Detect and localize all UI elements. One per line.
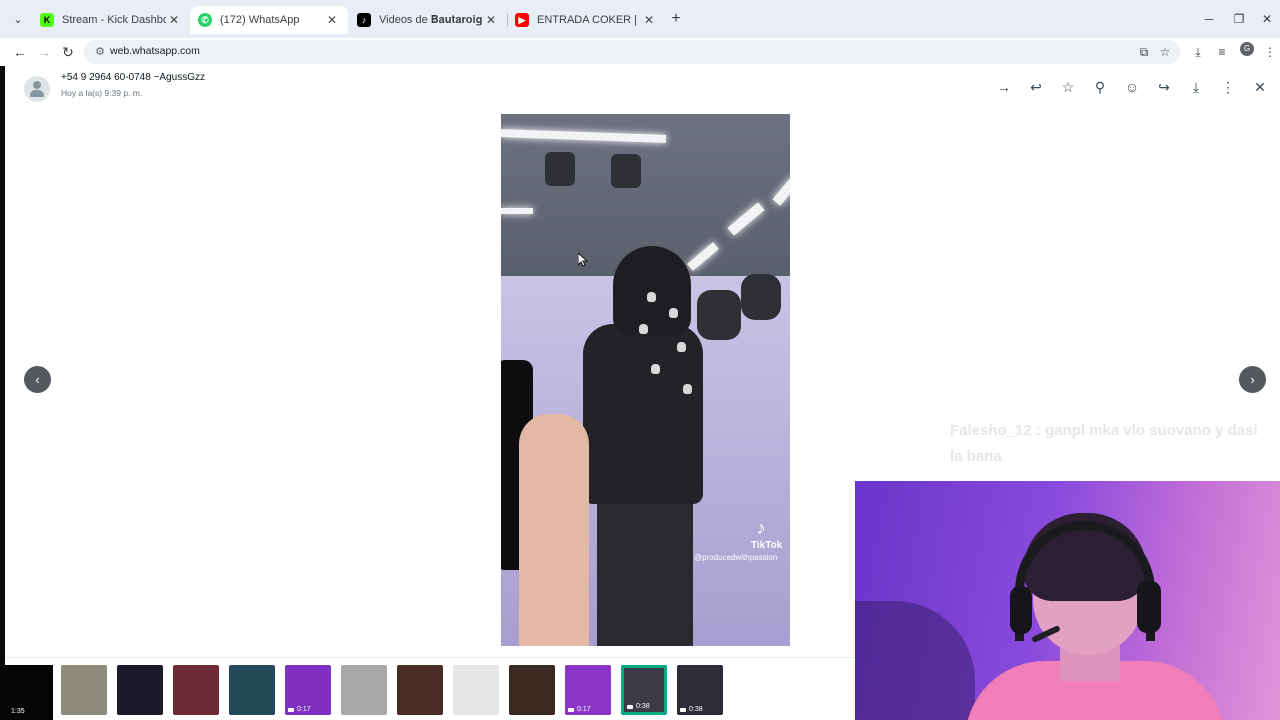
- minimize-icon[interactable]: ─: [1194, 9, 1224, 29]
- site-info-icon[interactable]: ⚙: [92, 44, 108, 60]
- browser-toolbar: ← → ↻ ⚙ web.whatsapp.com ⧉ ☆ ⤓ ≡ ⋮: [0, 38, 1280, 66]
- stage-light: [501, 208, 533, 214]
- pin-icon[interactable]: ⚲: [1089, 76, 1111, 98]
- tab-title: (172) WhatsApp: [220, 14, 300, 26]
- next-media-icon[interactable]: ›: [1239, 366, 1266, 393]
- previous-media-icon[interactable]: ‹: [24, 366, 51, 393]
- video-camera-icon: [288, 707, 294, 712]
- download-icon[interactable]: ⤓: [1185, 76, 1207, 98]
- address-bar[interactable]: ⚙ web.whatsapp.com ⧉ ☆: [84, 40, 1180, 64]
- reload-icon[interactable]: ↻: [58, 42, 78, 62]
- mouse-cursor-icon: [578, 253, 588, 267]
- tab-close-icon[interactable]: ✕: [641, 13, 657, 27]
- sender-name[interactable]: +54 9 2964 60-0748 ~AgussGzz: [61, 72, 205, 83]
- install-app-icon[interactable]: ⧉: [1136, 44, 1152, 60]
- media-thumbnail-selected[interactable]: 0:38: [621, 665, 667, 715]
- kick-favicon-icon: K: [40, 13, 54, 27]
- tiktok-watermark: TikTok: [751, 540, 783, 551]
- media-thumbnail[interactable]: 0:17: [565, 665, 611, 715]
- screen: ⌄ K Stream - Kick Dashboard ✕ ✆ (172) Wh…: [0, 0, 1280, 720]
- star-icon[interactable]: ☆: [1057, 76, 1079, 98]
- media-thumbnail[interactable]: [341, 665, 387, 715]
- whatsapp-favicon-icon: ✆: [198, 13, 212, 27]
- sender-avatar[interactable]: [24, 76, 50, 102]
- video-duration: 0:17: [568, 706, 591, 713]
- fan-hand: [519, 414, 589, 646]
- video-duration: 0:38: [680, 706, 703, 713]
- thumbnail-divider: [5, 657, 855, 658]
- media-thumbnail[interactable]: [117, 665, 163, 715]
- performer-legs: [597, 494, 693, 646]
- skull-print: [651, 364, 660, 374]
- tab-close-icon[interactable]: ✕: [166, 13, 182, 27]
- forward-nav-icon[interactable]: →: [34, 42, 54, 62]
- stream-chat-overlay: Falesho_12 : ganpl mka vlo suovano y das…: [950, 422, 1258, 465]
- tab-youtube-entrada-coker[interactable]: ▶ ENTRADA COKER | PARENSE D ✕: [507, 6, 665, 34]
- media-thumbnail[interactable]: [229, 665, 275, 715]
- video-camera-icon: [627, 704, 633, 709]
- media-thumbnail[interactable]: [61, 665, 107, 715]
- window-close-icon[interactable]: ✕: [1254, 9, 1280, 29]
- bookmark-star-icon[interactable]: ☆: [1157, 44, 1173, 60]
- skull-print: [669, 308, 678, 318]
- sender-time: Hoy a la(s) 9:39 p. m.: [61, 88, 143, 98]
- arrow-right-icon[interactable]: →: [993, 76, 1015, 98]
- webcam-overlay: [855, 481, 1280, 720]
- tiktok-handle: @producedwithpassion: [694, 553, 778, 562]
- tab-tiktok-videos[interactable]: ♪ Videos de 𝐁𝐚𝐮𝐭𝐚𝐫𝐨𝐢𝐠𝐧𝐚𝐜𝐢𝐨54 ( ✕: [349, 6, 507, 34]
- restore-icon[interactable]: ❐: [1224, 9, 1254, 29]
- video-camera-icon: [568, 707, 574, 712]
- headset-cup-right: [1137, 581, 1161, 633]
- stage-spot: [611, 154, 641, 188]
- video-duration: 0:17: [288, 706, 311, 713]
- tab-kick-dashboard[interactable]: K Stream - Kick Dashboard ✕: [32, 6, 190, 34]
- reading-list-icon[interactable]: ≡: [1212, 42, 1232, 62]
- tab-title: Videos de 𝐁𝐚𝐮𝐭𝐚𝐫𝐨𝐢𝐠𝐧𝐚𝐜𝐢𝐨54 (: [379, 13, 483, 26]
- video-duration: 1:35: [11, 708, 25, 715]
- tab-close-icon[interactable]: ✕: [483, 13, 499, 27]
- downloads-icon[interactable]: ⤓: [1188, 42, 1208, 62]
- emoji-icon[interactable]: ☺: [1121, 76, 1143, 98]
- skull-print: [647, 292, 656, 302]
- stage-spot: [545, 152, 575, 186]
- youtube-favicon-icon: ▶: [515, 13, 529, 27]
- tab-whatsapp[interactable]: ✆ (172) WhatsApp ✕: [190, 6, 348, 34]
- skull-print: [639, 324, 648, 334]
- left-edge: [0, 66, 5, 720]
- media-video[interactable]: ♪ TikTok @producedwithpassion: [501, 114, 790, 646]
- media-thumbnail[interactable]: 0:38: [677, 665, 723, 715]
- tab-search-icon[interactable]: ⌄: [8, 10, 28, 30]
- profile-avatar[interactable]: G: [1240, 42, 1254, 56]
- browser-menu-icon[interactable]: ⋮: [1260, 42, 1280, 62]
- media-thumbnail[interactable]: 0:17: [285, 665, 331, 715]
- tab-title: ENTRADA COKER | PARENSE D: [537, 14, 641, 26]
- performer-head: [613, 246, 691, 336]
- close-icon[interactable]: ✕: [1249, 76, 1271, 98]
- video-duration: 0:38: [627, 703, 650, 710]
- media-thumbnail[interactable]: 1:35: [0, 665, 53, 720]
- tab-close-icon[interactable]: ✕: [324, 13, 340, 27]
- skull-print: [677, 342, 686, 352]
- url-text[interactable]: web.whatsapp.com: [110, 45, 200, 57]
- new-tab-icon[interactable]: +: [666, 9, 686, 29]
- media-thumbnail[interactable]: [397, 665, 443, 715]
- reply-icon[interactable]: ↩: [1025, 76, 1047, 98]
- tiktok-logo-icon: ♪: [756, 518, 766, 538]
- stage-spot: [697, 290, 741, 340]
- media-thumbnail[interactable]: [173, 665, 219, 715]
- forward-icon[interactable]: ↪: [1153, 76, 1175, 98]
- tiktok-favicon-icon: ♪: [357, 13, 371, 27]
- skull-print: [683, 384, 692, 394]
- media-thumbnail[interactable]: [509, 665, 555, 715]
- browser-tab-strip: ⌄ K Stream - Kick Dashboard ✕ ✆ (172) Wh…: [0, 0, 1280, 38]
- back-icon[interactable]: ←: [10, 42, 30, 62]
- tab-title: Stream - Kick Dashboard: [62, 14, 166, 26]
- more-options-icon[interactable]: ⋮: [1217, 76, 1239, 98]
- headset-cup-left: [1010, 586, 1032, 634]
- video-camera-icon: [680, 707, 686, 712]
- stage-spot: [741, 274, 781, 320]
- media-thumbnail[interactable]: [453, 665, 499, 715]
